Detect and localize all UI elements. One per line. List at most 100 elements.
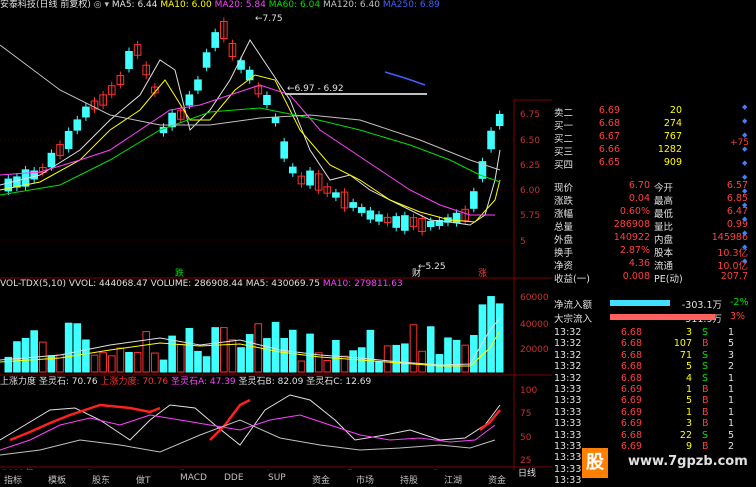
candle[interactable]	[47, 152, 56, 168]
quote-panel: 卖二 6.69 20 买一 6.68 274 买二 6.67 767 买三 6.66 1282 买四 6.…	[552, 0, 756, 487]
stat-row: 现价 6.70 今开 6.57	[552, 180, 752, 194]
candle[interactable]	[13, 176, 21, 188]
candle[interactable]	[211, 32, 220, 48]
candle[interactable]	[280, 141, 288, 159]
candle[interactable]	[366, 210, 375, 220]
candle[interactable]	[271, 116, 280, 124]
stat-row: 收益(一) 0.008 PE(动) 207.7	[552, 271, 752, 285]
vol-ma10-value: MA10: 279811.63	[322, 279, 403, 289]
kline-chart[interactable]: ←7.75 ←6.97 - 6.92 ←5.25 跌 财 涨 6.756.506…	[0, 12, 552, 470]
volume-bar	[202, 356, 211, 373]
volume-tick: 60000	[520, 293, 549, 303]
quote-price: 6.66	[598, 144, 620, 155]
tab-10[interactable]: 江湖	[444, 473, 462, 486]
stat-label: 外盘	[554, 235, 574, 246]
quote-label: 买四	[554, 160, 574, 171]
tick-count: 1	[728, 327, 735, 338]
indicator-red-line	[9, 403, 161, 442]
vol-title[interactable]: VOL-TDX(5,10)	[0, 279, 66, 289]
volume-bar	[349, 350, 357, 373]
volume-bar	[461, 344, 470, 373]
stat-label: 最高	[654, 196, 674, 207]
flow-bar	[610, 300, 670, 306]
tab-11[interactable]: 资金	[488, 473, 506, 486]
tab-3[interactable]: 做T	[136, 473, 151, 486]
candle[interactable]	[392, 216, 401, 228]
candle[interactable]	[73, 119, 82, 131]
candle[interactable]	[495, 114, 504, 126]
volume-bar	[280, 338, 288, 373]
marker-die: 跌	[175, 268, 184, 279]
price-tick: 6.75	[520, 110, 540, 120]
candle[interactable]	[185, 94, 194, 106]
ind-sz: 上涨力度: 70.76	[100, 377, 169, 387]
tick-time: 13:32	[554, 338, 582, 350]
tick-price: 6.69	[620, 418, 642, 430]
candle[interactable]	[64, 130, 73, 150]
tab-5[interactable]: DDE	[224, 473, 244, 483]
quote-price: 6.65	[598, 157, 620, 168]
volume-bar	[409, 324, 418, 373]
candle[interactable]	[82, 106, 90, 118]
tick-volume: 1	[685, 384, 692, 395]
candle[interactable]	[245, 69, 254, 81]
quote-price: 6.67	[598, 131, 620, 142]
volume-bar	[133, 352, 142, 373]
tab-1[interactable]: 模板	[48, 473, 66, 486]
chevron-down-icon[interactable]: ▾	[105, 0, 110, 10]
watermark-logo: 股	[582, 448, 608, 478]
candle[interactable]	[452, 212, 461, 224]
stock-title[interactable]: 安泰科技(日线 前复权)	[0, 0, 91, 10]
candle[interactable]	[125, 51, 133, 69]
quote-label: 卖二	[554, 108, 574, 119]
candle[interactable]	[263, 94, 271, 106]
candle[interactable]	[375, 214, 383, 222]
volume-bar	[392, 344, 401, 373]
volume-bar	[444, 337, 452, 373]
tick-count: 2	[728, 361, 735, 373]
quote-volume: 767	[663, 131, 682, 142]
tick-side: B	[702, 384, 709, 395]
candle[interactable]	[401, 215, 409, 231]
stat-label: PE(动)	[654, 274, 683, 285]
tick-side: S	[702, 327, 709, 338]
ind-slsc: 圣灵石C: 12.69	[306, 377, 372, 387]
tick-price: 6.68	[620, 327, 642, 338]
volume-bar	[142, 331, 151, 373]
volume-bar	[237, 347, 245, 373]
tick-price: 6.69	[620, 395, 642, 407]
candle[interactable]	[349, 202, 357, 208]
stat-value: 286908	[613, 219, 650, 230]
volume-bar	[30, 330, 38, 373]
tick-count: 1	[728, 384, 735, 395]
tab-4[interactable]: MACD	[180, 473, 207, 483]
ma20-label: MA20: 5.84	[214, 0, 266, 10]
price-tick: 6.50	[520, 136, 540, 146]
volume-bar	[151, 352, 159, 373]
candle[interactable]	[306, 170, 314, 186]
tab-8[interactable]: 市场	[356, 473, 374, 486]
volume-bar	[314, 352, 323, 373]
price-tick: 5	[520, 237, 526, 247]
info-icon[interactable]: ◎	[94, 0, 102, 10]
candle[interactable]	[470, 191, 478, 209]
ind-title[interactable]: 上涨力度	[0, 377, 36, 387]
tick-time: 13:33	[554, 475, 582, 487]
tab-6[interactable]: SUP	[268, 473, 286, 483]
candle[interactable]	[487, 130, 495, 150]
tab-2[interactable]: 股东	[92, 473, 110, 486]
candle[interactable]	[426, 220, 435, 228]
tab-7[interactable]: 资金	[312, 473, 330, 486]
volume-bar	[159, 359, 168, 373]
tab-9[interactable]: 持股	[400, 473, 418, 486]
candle[interactable]	[357, 207, 366, 213]
candle[interactable]	[194, 79, 202, 91]
candle[interactable]	[332, 192, 340, 198]
tab-0[interactable]: 指标	[4, 473, 22, 486]
volume-bar	[168, 335, 176, 373]
volume-bar	[271, 321, 280, 373]
candle[interactable]	[288, 166, 297, 174]
marker-cai: 财	[412, 267, 421, 279]
ma60-label: MA60: 6.04	[268, 0, 321, 10]
candle[interactable]	[202, 52, 211, 68]
